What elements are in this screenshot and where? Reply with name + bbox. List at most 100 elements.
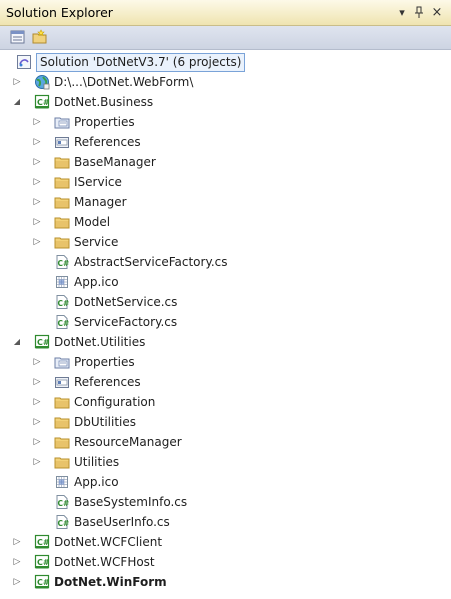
tree-row-b-iservice[interactable]: ▷ IService [0,172,451,192]
tree-row-b-dotnetservice[interactable]: C# DotNetService.cs [0,292,451,312]
svg-text:C#: C# [58,259,70,268]
tree-row-label: IService [74,175,122,189]
collapsed-arrow-icon[interactable]: ▷ [32,175,42,189]
collapsed-arrow-icon[interactable]: ▷ [32,375,42,389]
tree-row-b-properties[interactable]: ▷ Properties [0,112,451,132]
csharp-project-icon: C# [34,554,50,570]
title-bar[interactable]: Solution Explorer ▾ × [0,0,451,26]
tree-row-winform[interactable]: ▷ C# DotNet.WinForm [0,572,451,592]
svg-text:C#: C# [37,338,50,347]
folder-icon [54,174,70,190]
tree-row-u-basesysteminfo[interactable]: C# BaseSystemInfo.cs [0,492,451,512]
tree-row-b-manager[interactable]: ▷ Manager [0,192,451,212]
folder-icon [54,434,70,450]
tree-row-label: Solution 'DotNetV3.7' (6 projects) [36,53,246,72]
tree-row-label: DotNet.WinForm [54,575,167,589]
tree-row-label: App.ico [74,475,119,489]
window-position-dropdown-icon[interactable]: ▾ [395,5,409,20]
folder-icon [54,394,70,410]
tree-row-u-resourcemanager[interactable]: ▷ ResourceManager [0,432,451,452]
svg-text:C#: C# [58,499,70,508]
tree-row-label: DotNet.WCFHost [54,555,155,569]
expanded-arrow-icon[interactable]: ◢ [12,95,22,109]
toolbar [0,26,451,50]
tree-row-label: Utilities [74,455,120,469]
tree-row-b-appico[interactable]: App.ico [0,272,451,292]
solution-tree[interactable]: Solution 'DotNetV3.7' (6 projects) ▷ D:\.… [0,50,451,599]
tree-row-u-configuration[interactable]: ▷ Configuration [0,392,451,412]
collapsed-arrow-icon[interactable]: ▷ [32,415,42,429]
collapsed-arrow-icon[interactable]: ▷ [32,355,42,369]
folder-icon [54,234,70,250]
tree-row-label: DotNetService.cs [74,295,178,309]
tree-row-u-references[interactable]: ▷ References [0,372,451,392]
collapsed-arrow-icon[interactable]: ▷ [12,555,22,569]
collapsed-arrow-icon[interactable]: ▷ [32,455,42,469]
show-all-files-icon[interactable] [31,29,49,46]
solution-icon [16,54,32,70]
collapsed-arrow-icon[interactable]: ▷ [32,155,42,169]
tree-row-u-properties[interactable]: ▷ Properties [0,352,451,372]
expanded-arrow-icon[interactable]: ◢ [12,335,22,349]
tree-row-business[interactable]: ◢ C# DotNet.Business [0,92,451,112]
tree-row-label: Properties [74,355,135,369]
csharp-project-icon: C# [34,534,50,550]
csharp-file-icon: C# [54,254,70,270]
close-icon[interactable]: × [430,5,444,20]
tree-row-label: ServiceFactory.cs [74,315,178,329]
tree-row-label: D:\...\DotNet.WebForm\ [54,75,194,89]
auto-hide-pin-icon[interactable] [412,5,426,20]
tree-row-label: ResourceManager [74,435,182,449]
tree-row-webform-site[interactable]: ▷ D:\...\DotNet.WebForm\ [0,72,451,92]
properties-icon[interactable] [9,29,27,46]
tree-row-b-basemanager[interactable]: ▷ BaseManager [0,152,451,172]
tree-row-solution[interactable]: Solution 'DotNetV3.7' (6 projects) [0,52,451,72]
collapsed-arrow-icon[interactable]: ▷ [32,235,42,249]
tree-row-label: Configuration [74,395,156,409]
solution-explorer-window: Solution Explorer ▾ × Solution 'DotNetV3… [0,0,451,599]
tree-row-u-baseuserinfo[interactable]: C# BaseUserInfo.cs [0,512,451,532]
svg-text:C#: C# [37,578,50,587]
collapsed-arrow-icon[interactable]: ▷ [32,195,42,209]
svg-text:C#: C# [37,538,50,547]
collapsed-arrow-icon[interactable]: ▷ [32,395,42,409]
tree-row-label: Model [74,215,111,229]
tree-row-b-model[interactable]: ▷ Model [0,212,451,232]
collapsed-arrow-icon[interactable]: ▷ [32,215,42,229]
tree-row-label: BaseManager [74,155,156,169]
properties-folder-icon [54,114,70,130]
collapsed-arrow-icon[interactable]: ▷ [12,575,22,589]
tree-row-u-appico[interactable]: App.ico [0,472,451,492]
tree-row-b-servicefactory[interactable]: C# ServiceFactory.cs [0,312,451,332]
csharp-project-icon: C# [34,94,50,110]
collapsed-arrow-icon[interactable]: ▷ [12,535,22,549]
ico-file-icon [54,274,70,290]
tree-row-label: References [74,135,141,149]
references-icon [54,374,70,390]
collapsed-arrow-icon[interactable]: ▷ [32,135,42,149]
csharp-file-icon: C# [54,294,70,310]
svg-text:C#: C# [58,319,70,328]
csharp-file-icon: C# [54,494,70,510]
references-icon [54,134,70,150]
collapsed-arrow-icon[interactable]: ▷ [12,75,22,89]
svg-text:C#: C# [37,558,50,567]
tree-row-label: DotNet.WCFClient [54,535,163,549]
csharp-project-icon: C# [34,334,50,350]
window-title: Solution Explorer [6,5,113,20]
tree-row-b-references[interactable]: ▷ References [0,132,451,152]
folder-icon [54,454,70,470]
folder-icon [54,154,70,170]
tree-row-wcfhost[interactable]: ▷ C# DotNet.WCFHost [0,552,451,572]
tree-row-wcfclient[interactable]: ▷ C# DotNet.WCFClient [0,532,451,552]
folder-icon [54,214,70,230]
collapsed-arrow-icon[interactable]: ▷ [32,115,42,129]
tree-row-u-dbutilities[interactable]: ▷ DbUtilities [0,412,451,432]
tree-row-label: DotNet.Business [54,95,154,109]
tree-row-b-service[interactable]: ▷ Service [0,232,451,252]
tree-row-u-utilities[interactable]: ▷ Utilities [0,452,451,472]
tree-row-label: Properties [74,115,135,129]
collapsed-arrow-icon[interactable]: ▷ [32,435,42,449]
tree-row-utilities[interactable]: ◢ C# DotNet.Utilities [0,332,451,352]
tree-row-b-asf[interactable]: C# AbstractServiceFactory.cs [0,252,451,272]
